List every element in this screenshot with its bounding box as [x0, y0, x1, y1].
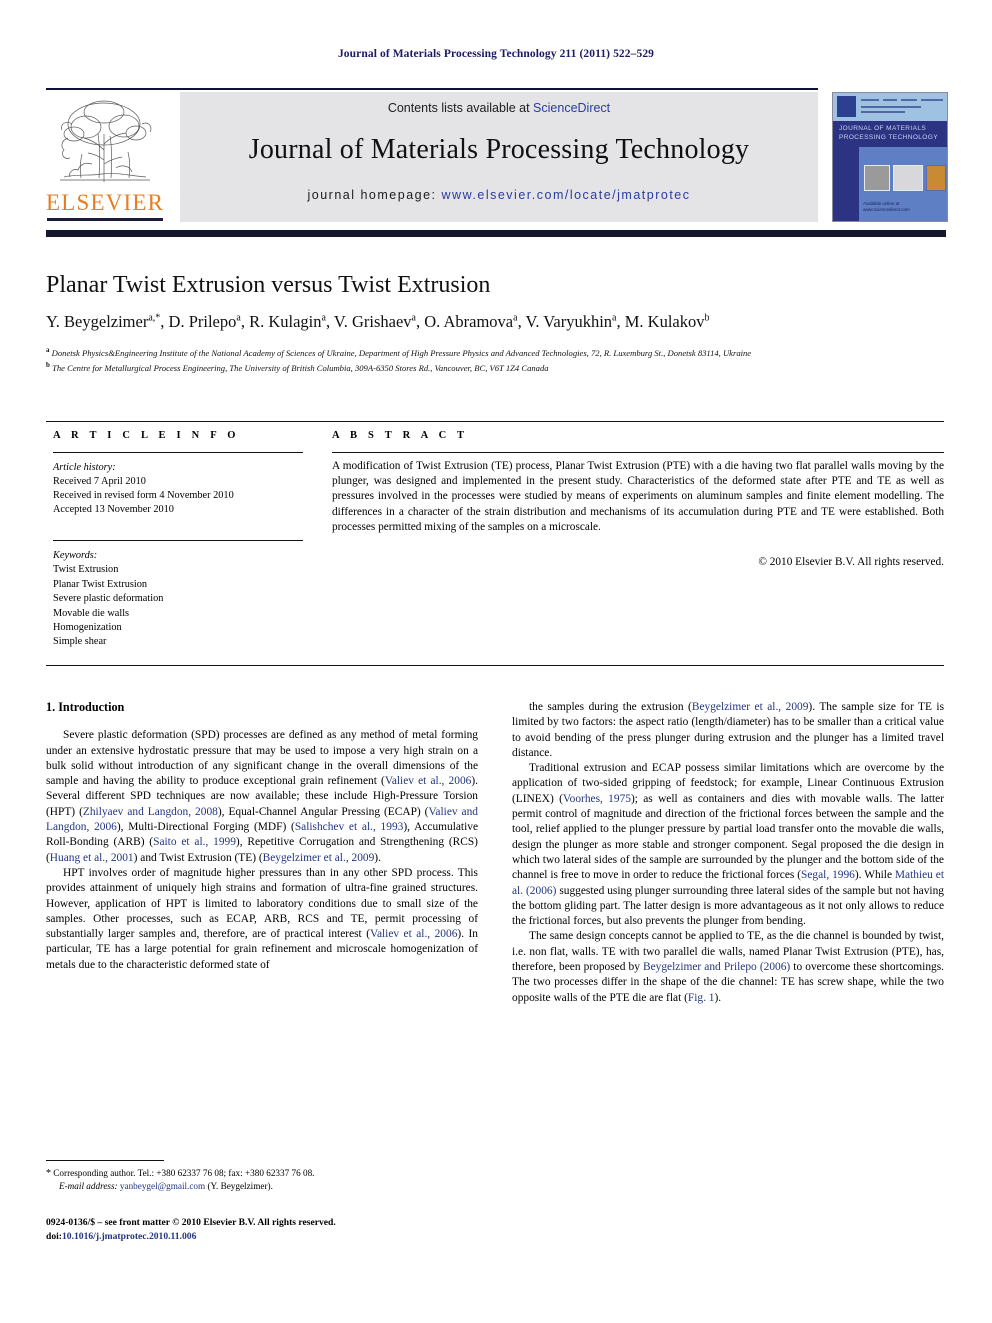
copyright-line: © 2010 Elsevier B.V. All rights reserved…: [758, 556, 944, 568]
email-line: E-mail address: yanbeygel@gmail.com (Y. …: [46, 1180, 478, 1193]
footnote-rule: [46, 1160, 164, 1161]
affiliation-b: b The Centre for Metallurgical Process E…: [46, 361, 549, 374]
history-item: Received 7 April 2010: [53, 476, 146, 487]
cover-journal-title: JOURNAL OF MATERIALS PROCESSING TECHNOLO…: [839, 125, 938, 141]
body-paragraph: HPT involves order of magnitude higher p…: [46, 866, 478, 973]
right-paragraphs: the samples during the extrusion (Beygel…: [512, 700, 944, 1006]
cover-footer-text: Available online at www.sciencedirect.co…: [863, 201, 910, 212]
cover-image-gear: [893, 165, 923, 191]
body-text: ), Equal-Channel Angular Pressing (ECAP)…: [217, 805, 429, 818]
article-page: Journal of Materials Processing Technolo…: [0, 0, 992, 1323]
masthead-top-rule: [46, 88, 818, 90]
body-text: ).: [714, 991, 722, 1004]
keywords-block: Keywords: Twist Extrusion Planar Twist E…: [53, 549, 303, 650]
corresponding-author-line: * Corresponding author. Tel.: +380 62337…: [46, 1167, 478, 1180]
citation-link[interactable]: Segal, 1996: [801, 869, 855, 881]
doi-label: doi:: [46, 1230, 62, 1242]
doi-line: doi:10.1016/j.jmatprotec.2010.11.006: [46, 1230, 506, 1244]
author-list: Y. Beygelzimera,*, D. Prilepoa, R. Kulag…: [46, 312, 710, 331]
cover-left-strip: [833, 147, 859, 221]
cover-top-band: [833, 93, 947, 121]
imprint-block: 0924-0136/$ – see front matter © 2010 El…: [46, 1216, 506, 1243]
affiliation-a: a Donetsk Physics&Engineering Institute …: [46, 346, 752, 358]
affiliations: a Donetsk Physics&Engineering Institute …: [46, 344, 944, 375]
cover-image-rings: [926, 165, 946, 191]
body-paragraph: Traditional extrusion and ECAP possess s…: [512, 761, 944, 929]
citation-link[interactable]: Huang et al., 2001: [50, 852, 134, 864]
body-text: the samples during the extrusion (: [529, 701, 692, 713]
citation-link[interactable]: Beygelzimer and Prilepo (2006): [643, 961, 790, 973]
elsevier-underline: [47, 218, 163, 221]
abstract-text: A modification of Twist Extrusion (TE) p…: [332, 460, 944, 533]
section-heading-introduction: 1. Introduction: [46, 700, 125, 714]
imprint-line: 0924-0136/$ – see front matter © 2010 El…: [46, 1217, 336, 1228]
email-label: E-mail address:: [59, 1181, 118, 1191]
left-paragraphs: Severe plastic deformation (SPD) process…: [46, 728, 478, 973]
homepage-label: journal homepage:: [307, 188, 437, 202]
body-text: ), Multi-Directional Forging (MDF) (: [116, 821, 295, 834]
body-column-right: the samples during the extrusion (Beygel…: [512, 700, 944, 1006]
elsevier-wordmark: ELSEVIER: [46, 190, 165, 215]
history-rule: [53, 452, 303, 453]
keyword-item: Planar Twist Extrusion: [53, 578, 148, 590]
homepage-url-link[interactable]: www.elsevier.com/locate/jmatprotec: [442, 188, 691, 202]
article-info-heading: A R T I C L E I N F O: [53, 430, 240, 441]
journal-title: Journal of Materials Processing Technolo…: [248, 134, 750, 165]
citation-link[interactable]: Zhilyaev and Langdon, 2008: [83, 806, 218, 818]
citation-link[interactable]: Valiev et al., 2006: [370, 928, 457, 940]
citation-link[interactable]: Saito et al., 1999: [153, 836, 236, 848]
body-paragraph: the samples during the extrusion (Beygel…: [512, 700, 944, 761]
body-paragraph: The same design concepts cannot be appli…: [512, 929, 944, 1005]
body-text: ). While: [854, 869, 895, 882]
keywords-rule: [53, 540, 303, 541]
citation-link[interactable]: Valiev et al., 2006: [385, 775, 471, 787]
keywords-label: Keywords:: [53, 550, 98, 561]
email-owner: (Y. Beygelzimer).: [207, 1181, 273, 1191]
keyword-item: Homogenization: [53, 622, 122, 634]
contents-prefix: Contents lists available at: [387, 101, 534, 115]
running-head: Journal of Materials Processing Technolo…: [337, 48, 655, 60]
cover-image-micrograph: [864, 165, 890, 191]
cover-publisher-mark: [837, 96, 856, 117]
page-title: Planar Twist Extrusion versus Twist Extr…: [46, 272, 491, 298]
citation-link[interactable]: Beygelzimer et al., 2009: [263, 852, 375, 864]
doi-link[interactable]: 10.1016/j.jmatprotec.2010.11.006: [62, 1231, 196, 1242]
sciencedirect-link[interactable]: ScienceDirect: [533, 101, 610, 115]
abstract-heading: A B S T R A C T: [332, 430, 469, 441]
body-text: ) and Twist Extrusion (TE) (: [133, 851, 263, 864]
history-label: Article history:: [53, 462, 116, 473]
journal-banner: Contents lists available at ScienceDirec…: [180, 92, 818, 222]
history-item: Accepted 13 November 2010: [53, 504, 174, 515]
keyword-item: Movable die walls: [53, 607, 130, 619]
keyword-item: Simple shear: [53, 636, 107, 648]
keyword-item: Twist Extrusion: [53, 564, 119, 576]
citation-link[interactable]: Salishchev et al., 1993: [295, 821, 404, 833]
masthead-bottom-rule: [46, 230, 946, 237]
journal-cover-thumbnail: JOURNAL OF MATERIALS PROCESSING TECHNOLO…: [832, 92, 948, 222]
body-text: suggested using plunger surrounding thre…: [512, 884, 944, 928]
journal-masthead: ELSEVIER Contents lists available at Sci…: [46, 92, 948, 226]
contents-line: Contents lists available at ScienceDirec…: [180, 101, 818, 115]
homepage-line: journal homepage: www.elsevier.com/locat…: [180, 188, 818, 202]
body-column-left: 1. Introduction Severe plastic deformati…: [46, 700, 478, 973]
citation-link[interactable]: Voorhes, 1975: [563, 793, 631, 805]
history-item: Received in revised form 4 November 2010: [53, 490, 234, 501]
affiliation-a-text: Donetsk Physics&Engineering Institute of…: [51, 347, 752, 358]
affiliation-b-text: The Centre for Metallurgical Process Eng…: [52, 363, 549, 374]
info-top-rule: [46, 421, 944, 422]
elsevier-logo: ELSEVIER: [46, 94, 164, 222]
citation-link[interactable]: Beygelzimer et al., 2009: [692, 701, 809, 713]
citation-link[interactable]: Fig. 1: [688, 992, 715, 1004]
body-paragraph: Severe plastic deformation (SPD) process…: [46, 728, 478, 866]
body-text: ); as well as containers and dies with m…: [512, 792, 944, 882]
elsevier-tree-icon: [52, 94, 158, 186]
email-link[interactable]: yanbeygel@gmail.com: [120, 1181, 205, 1191]
corresponding-author-text: Corresponding author. Tel.: +380 62337 7…: [51, 1168, 315, 1178]
abstract-bottom-rule: [46, 665, 944, 666]
body-text: ).: [374, 851, 381, 864]
abstract-rule: [332, 452, 944, 453]
keyword-item: Severe plastic deformation: [53, 593, 164, 605]
article-history: Article history: Received 7 April 2010 R…: [53, 461, 303, 517]
corresponding-author-footnote: * Corresponding author. Tel.: +380 62337…: [46, 1167, 478, 1193]
